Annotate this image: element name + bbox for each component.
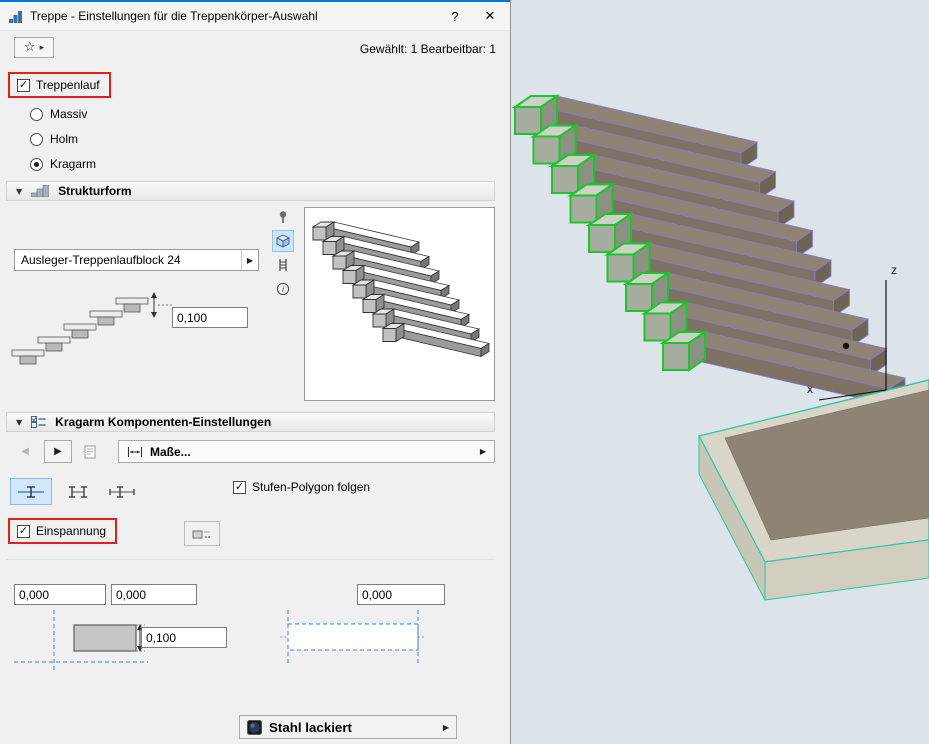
radio-holm[interactable]: Holm — [30, 131, 78, 147]
komponenten-title: Kragarm Komponenten-Einstellungen — [55, 415, 271, 429]
radio-massiv[interactable]: Massiv — [30, 106, 87, 122]
strukturform-icon — [31, 185, 49, 197]
pin-icon — [276, 210, 290, 224]
titlebar[interactable]: Treppe - Einstellungen für die Treppenkö… — [0, 0, 510, 31]
radio-circle-holm — [30, 133, 43, 146]
material-label: Stahl lackiert — [269, 720, 352, 735]
offset-left-field[interactable] — [14, 584, 106, 605]
outline-section-diagram — [278, 608, 428, 674]
stufen-polygon-checkbox[interactable] — [233, 481, 246, 494]
divider — [6, 559, 495, 560]
plan-view-button[interactable] — [272, 206, 294, 228]
previous-component-button[interactable]: ◀ — [12, 440, 38, 463]
svg-text:i: i — [282, 285, 284, 294]
edit-component-button[interactable] — [78, 440, 102, 463]
stair-dialog-icon — [8, 9, 23, 24]
profile-fixed-icon — [17, 484, 45, 500]
masse-label: Maße... — [150, 445, 191, 459]
popup-arrow-icon: ▶ — [480, 447, 486, 456]
radio-kragarm[interactable]: Kragarm — [30, 156, 96, 172]
strukturform-title: Strukturform — [58, 184, 131, 198]
einspannung-group[interactable]: Einspannung — [8, 518, 117, 544]
material-button[interactable]: Stahl lackiert ▶ — [239, 715, 457, 739]
einspannung-label: Einspannung — [36, 524, 106, 538]
offset-right-field[interactable] — [357, 584, 445, 605]
favorites-button[interactable]: ☆ ▸ — [14, 37, 54, 58]
view-3d-button[interactable] — [272, 230, 294, 252]
radio-label-holm: Holm — [50, 132, 78, 146]
collapse-triangle-icon[interactable]: ▼ — [16, 418, 22, 427]
height-field[interactable] — [141, 627, 227, 648]
fixing-profile-picker-button[interactable] — [184, 521, 220, 546]
collapse-triangle-icon[interactable]: ▼ — [16, 187, 22, 196]
flyout-arrow-icon: ▸ — [40, 43, 45, 53]
masse-dropdown[interactable]: Maße... ▶ — [118, 440, 495, 463]
component-dropdown-value: Ausleger-Treppenlaufblock 24 — [15, 253, 241, 267]
profile-option-double-button[interactable] — [58, 478, 98, 505]
radio-label-massiv: Massiv — [50, 107, 87, 121]
strukturform-header[interactable]: ▼ Strukturform — [6, 181, 495, 201]
next-component-button[interactable]: ▶ — [44, 440, 72, 463]
profile-capped-icon — [108, 484, 136, 500]
steps-thickness-diagram — [8, 288, 178, 372]
radio-circle-massiv — [30, 108, 43, 121]
profile-option-fixed-button[interactable] — [10, 478, 52, 505]
ladder-icon — [276, 258, 290, 272]
window-title: Treppe - Einstellungen für die Treppenkö… — [30, 9, 434, 23]
komponenten-header[interactable]: ▼ Kragarm Komponenten-Einstellungen — [6, 412, 495, 432]
stair-settings-dialog: Treppe - Einstellungen für die Treppenkö… — [0, 0, 511, 744]
viewport-3d-svg[interactable] — [511, 0, 929, 744]
star-icon: ☆ — [24, 41, 36, 54]
profile-option-capped-button[interactable] — [102, 478, 142, 505]
fixing-profile-icon — [192, 528, 212, 540]
component-dropdown[interactable]: Ausleger-Treppenlaufblock 24 ▶ — [14, 249, 259, 271]
info-icon: i — [276, 282, 290, 296]
stufen-polygon-label: Stufen-Polygon folgen — [252, 480, 370, 494]
stufen-polygon-checkbox-row[interactable]: Stufen-Polygon folgen — [233, 480, 370, 494]
selection-info: Gewählt: 1 Bearbeitbar: 1 — [360, 42, 496, 56]
checklist-icon — [31, 416, 46, 428]
viewport-3d[interactable]: z x — [511, 0, 929, 744]
einspannung-checkbox[interactable] — [17, 525, 30, 538]
close-button[interactable]: ✕ — [476, 3, 504, 29]
dimension-icon — [127, 446, 143, 458]
material-sphere-icon — [247, 720, 262, 735]
treppenlauf-label: Treppenlauf — [36, 78, 100, 92]
offset-mid-field[interactable] — [111, 584, 197, 605]
profile-double-icon — [64, 484, 92, 500]
elevation-view-button[interactable] — [272, 254, 294, 276]
edit-form-icon — [84, 445, 96, 459]
axis-x-label: x — [807, 382, 813, 396]
cube-3d-icon — [276, 234, 290, 248]
treppenlauf-group[interactable]: Treppenlauf — [8, 72, 111, 98]
popup-arrow-icon: ▶ — [443, 723, 449, 732]
structure-preview-image — [304, 207, 495, 401]
radio-label-kragarm: Kragarm — [50, 157, 96, 171]
treppenlauf-checkbox[interactable] — [17, 79, 30, 92]
thickness-field[interactable] — [172, 307, 248, 328]
radio-circle-kragarm — [30, 158, 43, 171]
axis-z-label: z — [891, 263, 897, 277]
help-button[interactable]: ? — [441, 3, 469, 29]
popup-arrow-icon: ▶ — [241, 250, 258, 270]
info-button[interactable]: i — [272, 278, 294, 300]
